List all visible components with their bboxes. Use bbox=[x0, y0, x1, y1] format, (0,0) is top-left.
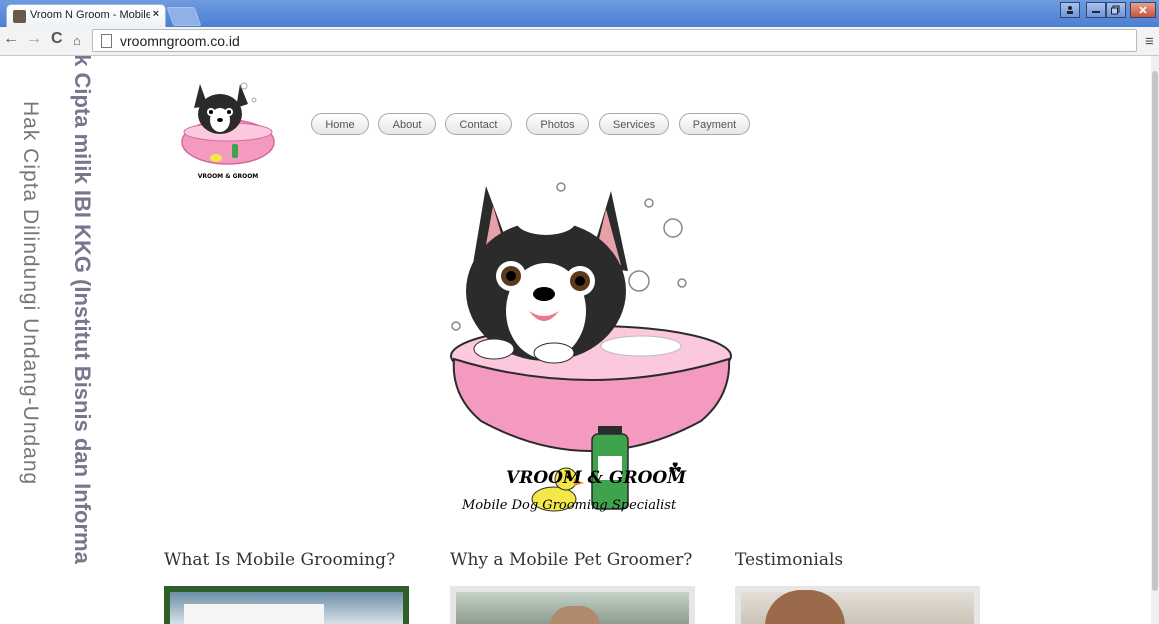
site-favicon-icon bbox=[13, 10, 26, 23]
close-tab-icon[interactable]: × bbox=[153, 8, 159, 20]
home-icon[interactable]: ⌂ bbox=[73, 33, 81, 48]
tab-title: Vroom N Groom - Mobile bbox=[30, 9, 150, 21]
browser-titlebar: Vroom N Groom - Mobile × bbox=[0, 0, 1159, 27]
url-text[interactable]: vroomngroom.co.id bbox=[120, 33, 240, 49]
site-logo[interactable]: VROOM & GROOM bbox=[178, 74, 282, 186]
scrollbar-thumb[interactable] bbox=[1152, 71, 1158, 591]
address-bar[interactable]: vroomngroom.co.id bbox=[92, 29, 1137, 52]
nav-services[interactable]: Services bbox=[599, 113, 669, 135]
page-icon bbox=[101, 34, 112, 48]
small-logo-text: VROOM & GROOM bbox=[198, 173, 259, 180]
close-window-icon[interactable] bbox=[1130, 2, 1156, 18]
browser-toolbar: ← → C ⌂ vroomngroom.co.id ≡ bbox=[0, 27, 1159, 56]
nav-about[interactable]: About bbox=[378, 113, 436, 135]
nav-payment[interactable]: Payment bbox=[679, 113, 750, 135]
watermark-copyright-dark: Hak Cipta milik IBI KKG (Institut Bisnis… bbox=[70, 56, 95, 564]
new-tab-button[interactable] bbox=[166, 7, 202, 26]
section-title-what: What Is Mobile Grooming? bbox=[164, 550, 396, 570]
minimize-icon[interactable] bbox=[1086, 2, 1106, 18]
section-title-testimonials: Testimonials bbox=[735, 550, 844, 570]
section-image-testimonial[interactable] bbox=[735, 586, 980, 624]
restore-icon[interactable] bbox=[1106, 2, 1126, 18]
page-viewport: VROOM & GROOM Home About Contact Photos … bbox=[0, 56, 1151, 624]
section-title-why: Why a Mobile Pet Groomer? bbox=[450, 550, 693, 570]
paw-icon: ☘ bbox=[668, 461, 683, 478]
page-scrollbar[interactable] bbox=[1151, 56, 1159, 624]
nav-home[interactable]: Home bbox=[311, 113, 369, 135]
menu-icon[interactable]: ≡ bbox=[1145, 33, 1154, 50]
section-image-groomer[interactable] bbox=[450, 586, 695, 624]
hero-logo-tagline: Mobile Dog Grooming Specialist bbox=[462, 498, 677, 513]
reload-icon[interactable]: C bbox=[51, 30, 63, 48]
forward-arrow-icon[interactable]: → bbox=[26, 30, 42, 48]
browser-tab[interactable]: Vroom N Groom - Mobile × bbox=[6, 4, 166, 27]
watermark-copyright-light: Hak Cipta Dilindungi Undang-Undang bbox=[19, 101, 42, 486]
nav-contact[interactable]: Contact bbox=[445, 113, 512, 135]
section-image-van[interactable] bbox=[164, 586, 409, 624]
user-icon[interactable] bbox=[1060, 2, 1080, 18]
back-arrow-icon[interactable]: ← bbox=[3, 30, 19, 48]
nav-photos[interactable]: Photos bbox=[526, 113, 589, 135]
